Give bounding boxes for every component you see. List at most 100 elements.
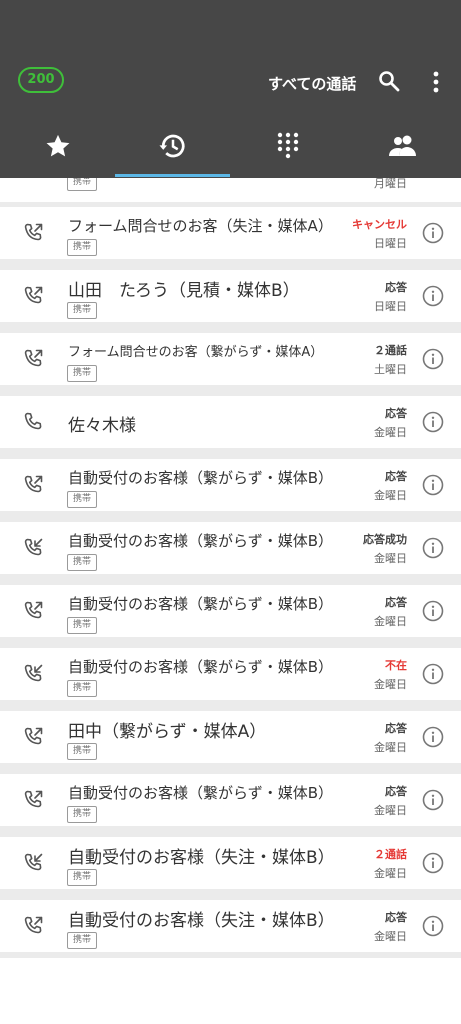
call-day: 金曜日 [374, 804, 407, 817]
list-divider [0, 700, 461, 711]
phone-type-tag: 携帯 [67, 365, 98, 382]
search-icon[interactable] [377, 69, 401, 93]
info-icon[interactable] [422, 915, 444, 937]
list-divider [0, 511, 461, 522]
info-icon[interactable] [422, 726, 444, 748]
list-divider [0, 637, 461, 648]
caller-name: 山田 たろう（見積・媒体B） [68, 281, 300, 301]
call-count-badge: 200 [18, 67, 64, 93]
call-status: 応答 [385, 911, 407, 924]
list-divider [0, 574, 461, 585]
list-item[interactable]: 山田 たろう（見積・媒体B） 携帯 応答 日曜日 [0, 270, 461, 322]
info-icon[interactable] [422, 600, 444, 622]
more-vert-icon[interactable] [426, 69, 446, 95]
incoming-call-icon [21, 662, 45, 686]
phone-icon [21, 410, 45, 434]
call-day: 金曜日 [374, 489, 407, 502]
call-status: 応答 [385, 407, 407, 420]
list-item[interactable]: 自動受付のお客様（繋がらず・媒体B） 携帯 不在 金曜日 [0, 648, 461, 700]
list-divider [0, 322, 461, 333]
tab-bar [0, 118, 461, 178]
call-status: 応答 [385, 596, 407, 609]
list-item[interactable]: 自動受付のお客様（失注・媒体B） 携帯 ２通話 金曜日 [0, 837, 461, 889]
call-day: 金曜日 [374, 426, 407, 439]
list-item[interactable]: 自動受付のお客様（繋がらず・媒体B） 携帯 応答 金曜日 [0, 459, 461, 511]
outgoing-call-icon [21, 599, 45, 623]
call-day: 金曜日 [374, 867, 407, 880]
tab-favorites[interactable] [0, 118, 115, 178]
active-tab-indicator [115, 174, 230, 177]
caller-name: 自動受付のお客様（繋がらず・媒体B） [68, 784, 333, 802]
list-item[interactable]: 自動受付のお客様（繋がらず・媒体B） 携帯 応答 金曜日 [0, 585, 461, 637]
list-divider [0, 763, 461, 774]
caller-name: フォーム問合せのお客（繋がらず・媒体A） [68, 345, 324, 360]
info-icon[interactable] [422, 411, 444, 433]
caller-name: 田中（繋がらず・媒体A） [68, 722, 267, 742]
phone-type-tag: 携帯 [67, 806, 98, 823]
incoming-call-icon [21, 851, 45, 875]
list-divider [0, 889, 461, 900]
tab-dialpad[interactable] [230, 118, 345, 178]
caller-name: 佐々木様 [68, 416, 136, 436]
phone-type-tag: 携帯 [67, 491, 98, 508]
call-day: 日曜日 [374, 300, 407, 313]
call-day: 金曜日 [374, 552, 407, 565]
phone-type-tag: 携帯 [67, 743, 98, 760]
contacts-icon [387, 134, 419, 162]
call-day: 金曜日 [374, 930, 407, 943]
tab-history[interactable] [115, 118, 230, 178]
outgoing-call-icon [21, 473, 45, 497]
call-status: 応答 [385, 722, 407, 735]
info-icon[interactable] [422, 537, 444, 559]
outgoing-call-icon [21, 914, 45, 938]
phone-type-tag: 携帯 [67, 239, 98, 256]
list-item-partial[interactable]: 携帯 月曜日 [0, 178, 461, 202]
caller-name: 自動受付のお客様（失注・媒体B） [68, 911, 335, 931]
call-status: 応答 [385, 785, 407, 798]
caller-name: 自動受付のお客様（繋がらず・媒体B） [68, 658, 333, 676]
caller-name: 自動受付のお客様（繋がらず・媒体B） [68, 469, 333, 487]
info-icon[interactable] [422, 348, 444, 370]
list-item[interactable]: フォーム問合せのお客（繋がらず・媒体A） 携帯 ２通話 土曜日 [0, 333, 461, 385]
info-icon[interactable] [422, 285, 444, 307]
phone-type-tag: 携帯 [67, 178, 98, 191]
list-divider [0, 385, 461, 396]
call-day: 日曜日 [374, 237, 407, 250]
list-item[interactable]: 自動受付のお客様（繋がらず・媒体B） 携帯 応答成功 金曜日 [0, 522, 461, 574]
info-icon[interactable] [422, 789, 444, 811]
info-icon[interactable] [422, 474, 444, 496]
tab-contacts[interactable] [345, 118, 460, 178]
call-status: ２通話 [374, 344, 407, 357]
dialpad-icon [275, 131, 301, 165]
outgoing-call-icon [21, 284, 45, 308]
list-divider [0, 826, 461, 837]
phone-type-tag: 携帯 [67, 680, 98, 697]
filter-title[interactable]: すべての通話 [268, 73, 356, 94]
phone-type-tag: 携帯 [67, 932, 98, 949]
list-divider [0, 952, 461, 958]
list-item[interactable]: 田中（繋がらず・媒体A） 携帯 応答 金曜日 [0, 711, 461, 763]
list-item[interactable]: 佐々木様 応答金曜日 [0, 396, 461, 448]
list-item[interactable]: 自動受付のお客様（失注・媒体B） 携帯 応答金曜日 [0, 900, 461, 952]
phone-type-tag: 携帯 [67, 869, 98, 886]
outgoing-call-icon [21, 725, 45, 749]
list-divider [0, 448, 461, 459]
history-icon [158, 131, 188, 165]
phone-type-tag: 携帯 [67, 554, 98, 571]
call-status: ２通話 [374, 848, 407, 861]
star-icon [44, 132, 72, 164]
call-status: 応答 [385, 281, 407, 294]
list-divider [0, 259, 461, 270]
call-day: 月曜日 [374, 178, 407, 190]
list-item[interactable]: 自動受付のお客様（繋がらず・媒体B） 携帯 応答金曜日 [0, 774, 461, 826]
info-icon[interactable] [422, 222, 444, 244]
app-header: 200 すべての通話 [0, 0, 461, 178]
call-status: 不在 [385, 659, 407, 672]
list-item[interactable]: フォーム問合せのお客（失注・媒体A） 携帯 キャンセル 日曜日 [0, 207, 461, 259]
caller-name: 自動受付のお客様（繋がらず・媒体B） [68, 595, 333, 613]
info-icon[interactable] [422, 663, 444, 685]
incoming-call-icon [21, 536, 45, 560]
call-status: 応答成功 [363, 533, 407, 546]
info-icon[interactable] [422, 852, 444, 874]
caller-name: フォーム問合せのお客（失注・媒体A） [68, 217, 333, 235]
